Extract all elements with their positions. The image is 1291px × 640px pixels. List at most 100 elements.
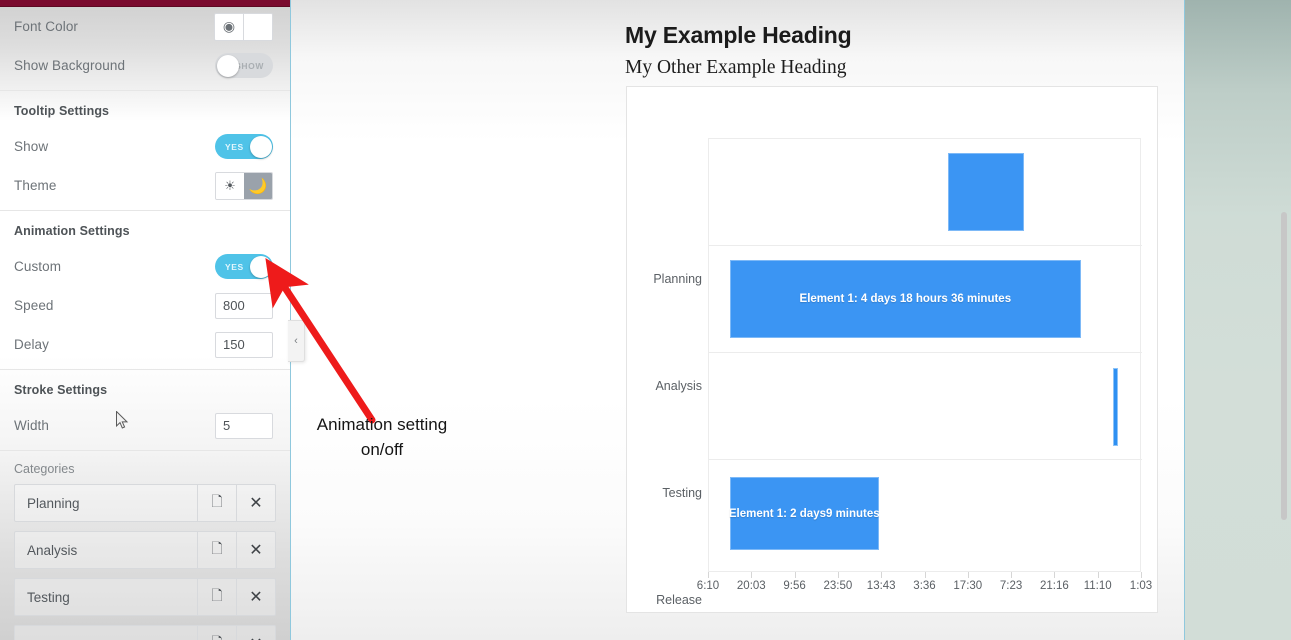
axis-label-release: Release xyxy=(656,593,702,607)
annotation-arrow xyxy=(265,257,376,424)
axis-tick-label: 6:10 xyxy=(696,580,720,592)
panel-divider-1 xyxy=(0,90,290,91)
chart-band-planning xyxy=(709,139,1142,246)
chart-bar-testing[interactable] xyxy=(1113,368,1119,446)
tooltip-show-label: Show xyxy=(14,139,49,154)
category-name[interactable]: Planning xyxy=(15,485,197,521)
chart-bar-planning[interactable] xyxy=(947,153,1024,231)
chart-bar-label: Element 1: 2 days9 minutes xyxy=(728,507,880,520)
tooltip-show-toggle-text: YES xyxy=(225,141,244,152)
stroke-settings-title: Stroke Settings xyxy=(14,382,108,397)
tooltip-settings-title: Tooltip Settings xyxy=(14,103,110,118)
axis-tick xyxy=(837,572,839,578)
animation-custom-toggle-text: YES xyxy=(225,261,244,272)
panel-divider-2 xyxy=(0,210,290,211)
category-name[interactable]: Testing xyxy=(15,579,197,615)
axis-tick xyxy=(1141,572,1142,578)
axis-tick xyxy=(924,572,926,578)
categories-header: Categories xyxy=(14,462,75,476)
setting-row-stroke-width: Width xyxy=(0,406,290,445)
category-name[interactable]: Analysis xyxy=(15,532,197,568)
chart-plot-area: Element 1: 4 days 18 hours 36 minutes El… xyxy=(708,138,1142,572)
axis-tick-label: 21:16 xyxy=(1040,580,1069,592)
stroke-width-label: Width xyxy=(14,418,50,433)
setting-row-tooltip-show: Show YES xyxy=(0,127,290,166)
setting-row-show-background: Show Background SHOW xyxy=(0,46,290,85)
annotation-text: Animation setting on/off xyxy=(288,412,476,462)
axis-tick-label: 1:03 xyxy=(1129,580,1153,592)
chart-bar-analysis[interactable]: Element 1: 4 days 18 hours 36 minutes xyxy=(729,260,1081,338)
axis-tick xyxy=(1011,572,1013,578)
axis-tick-label: 9:56 xyxy=(783,580,806,592)
toggle-knob xyxy=(216,54,239,77)
chart-headings: My Example Heading My Other Example Head… xyxy=(625,22,852,79)
chart-bar-label: Element 1: 4 days 18 hours 36 minutes xyxy=(799,293,1012,305)
backdrop-right-edge xyxy=(1184,0,1185,640)
tooltip-theme-selector[interactable]: ☀ 🌙 xyxy=(215,171,273,200)
setting-row-animation-custom: Custom YES xyxy=(0,247,290,286)
page-subtitle: My Other Example Heading xyxy=(625,57,847,78)
panel-scrollbar-thumb[interactable] xyxy=(1281,212,1287,520)
page-title: My Example Heading xyxy=(625,22,852,48)
setting-row-animation-speed: Speed xyxy=(0,286,290,325)
axis-tick xyxy=(1097,572,1099,578)
show-background-toggle[interactable]: SHOW xyxy=(215,53,273,78)
panel-divider-3 xyxy=(0,369,290,370)
chart-x-axis: 6:10 20:03 9:56 23:50 13:43 3:36 17:30 7… xyxy=(697,572,1152,602)
close-icon[interactable]: ✕ xyxy=(236,532,275,568)
category-row: Testing 🗋 ✕ xyxy=(14,578,276,616)
close-icon[interactable]: ✕ xyxy=(236,626,275,640)
axis-tick-label: 11:10 xyxy=(1083,580,1112,592)
close-icon[interactable]: ✕ xyxy=(236,579,275,615)
moon-icon[interactable]: 🌙 xyxy=(244,172,272,199)
setting-row-animation-delay: Delay xyxy=(0,325,290,364)
axis-tick xyxy=(708,572,709,578)
chart-bar-release[interactable]: Element 1: 2 days9 minutes xyxy=(728,477,880,550)
axis-tick xyxy=(794,572,796,578)
axis-label-analysis: Analysis xyxy=(655,379,702,393)
tooltip-theme-label: Theme xyxy=(14,178,57,193)
show-background-label: Show Background xyxy=(14,58,126,73)
globe-icon: ◉ xyxy=(215,13,244,40)
font-color-picker[interactable]: ◉ xyxy=(214,12,273,41)
category-row: Planning 🗋 ✕ xyxy=(14,484,276,522)
copy-icon[interactable]: 🗋 xyxy=(197,485,236,521)
setting-row-tooltip-theme: Theme ☀ 🌙 xyxy=(0,166,290,205)
axis-label-planning: Planning xyxy=(653,272,702,286)
font-color-label: Font Color xyxy=(14,19,79,34)
font-color-swatch[interactable] xyxy=(244,13,272,40)
app-top-bar xyxy=(0,0,290,7)
axis-tick-label: 17:30 xyxy=(953,580,983,592)
chart-band-testing xyxy=(709,353,1142,460)
animation-settings-title: Animation Settings xyxy=(14,223,130,238)
axis-tick-label: 7:23 xyxy=(999,580,1023,592)
copy-icon[interactable]: 🗋 xyxy=(197,579,236,615)
tooltip-show-toggle[interactable]: YES xyxy=(215,134,273,159)
category-row: Analysis 🗋 ✕ xyxy=(14,531,276,569)
setting-row-font-color: Font Color ◉ xyxy=(0,7,290,46)
close-icon[interactable]: ✕ xyxy=(236,485,275,521)
axis-tick-label: 20:03 xyxy=(736,580,766,592)
copy-icon[interactable]: 🗋 xyxy=(197,626,236,640)
animation-speed-label: Speed xyxy=(14,298,54,313)
category-name[interactable] xyxy=(15,626,197,640)
animation-custom-label: Custom xyxy=(14,259,62,274)
sun-icon[interactable]: ☀ xyxy=(216,172,244,199)
axis-tick xyxy=(881,572,883,578)
axis-tick-label: 23:50 xyxy=(823,580,853,592)
mouse-cursor xyxy=(116,411,129,429)
panel-scrollbar-track[interactable] xyxy=(1281,7,1289,640)
annotation-line-1: Animation setting xyxy=(316,415,448,434)
show-background-toggle-text: SHOW xyxy=(235,60,264,71)
copy-icon[interactable]: 🗋 xyxy=(197,532,236,568)
axis-label-testing: Testing xyxy=(662,486,702,500)
axis-tick xyxy=(1054,572,1056,578)
toggle-knob xyxy=(249,135,272,158)
axis-tick xyxy=(751,572,753,578)
screen-root: Font Color ◉ Show Background SHOW Toolti… xyxy=(0,0,1291,640)
chart-card: Planning Analysis Testing Release Elemen… xyxy=(626,86,1158,613)
axis-tick xyxy=(967,572,969,578)
axis-tick-label: 13:43 xyxy=(866,580,896,592)
category-row: 🗋 ✕ xyxy=(14,625,276,640)
settings-panel: Font Color ◉ Show Background SHOW Toolti… xyxy=(0,7,290,640)
